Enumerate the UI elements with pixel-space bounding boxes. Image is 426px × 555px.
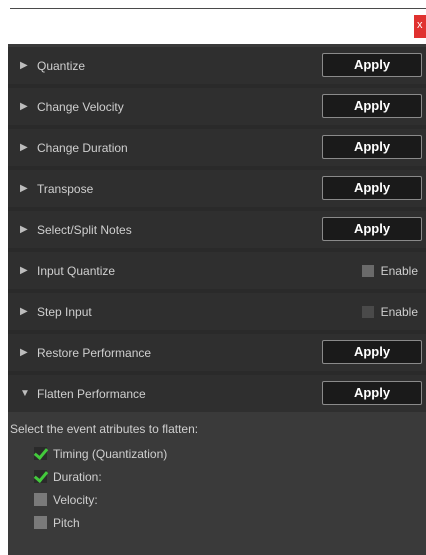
expand-arrow-icon[interactable]: ▶ <box>20 265 30 276</box>
select-split-notes-apply-button[interactable]: Apply <box>322 217 422 241</box>
row-quantize[interactable]: ▶ Quantize Apply <box>8 47 426 84</box>
input-quantize-enable-toggle[interactable]: Enable <box>361 252 418 289</box>
option-label: Timing (Quantization) <box>53 446 168 461</box>
option-duration[interactable]: Duration: <box>8 465 426 488</box>
restore-performance-apply-button[interactable]: Apply <box>322 340 422 364</box>
row-step-input[interactable]: ▶ Step Input Enable <box>8 293 426 330</box>
collapse-arrow-icon[interactable]: ▼ <box>20 388 30 399</box>
row-change-velocity[interactable]: ▶ Change Velocity Apply <box>8 88 426 125</box>
expand-arrow-icon[interactable]: ▶ <box>20 306 30 317</box>
option-label: Velocity: <box>53 492 98 507</box>
flatten-prompt: Select the event atributes to flatten: <box>10 422 199 436</box>
flatten-options-section: Select the event atributes to flatten: T… <box>8 412 426 555</box>
expand-arrow-icon[interactable]: ▶ <box>20 183 30 194</box>
top-divider <box>10 8 426 9</box>
option-label: Pitch <box>53 515 80 530</box>
expand-arrow-icon[interactable]: ▶ <box>20 60 30 71</box>
option-velocity[interactable]: Velocity: <box>8 488 426 511</box>
row-select-split-notes[interactable]: ▶ Select/Split Notes Apply <box>8 211 426 248</box>
option-label: Duration: <box>53 469 102 484</box>
checkbox-checked-icon[interactable] <box>34 470 47 483</box>
option-pitch[interactable]: Pitch <box>8 511 426 534</box>
enable-checkbox[interactable] <box>361 264 374 277</box>
midi-tools-panel: ▶ Quantize Apply ▶ Change Velocity Apply… <box>8 44 426 555</box>
row-transpose[interactable]: ▶ Transpose Apply <box>8 170 426 207</box>
enable-label: Enable <box>380 263 418 278</box>
close-button[interactable]: x <box>414 15 426 38</box>
change-velocity-apply-button[interactable]: Apply <box>322 94 422 118</box>
enable-checkbox[interactable] <box>361 305 374 318</box>
expand-arrow-icon[interactable]: ▶ <box>20 347 30 358</box>
row-flatten-performance[interactable]: ▼ Flatten Performance Apply <box>8 375 426 412</box>
expand-arrow-icon[interactable]: ▶ <box>20 224 30 235</box>
option-timing[interactable]: Timing (Quantization) <box>8 442 426 465</box>
row-input-quantize[interactable]: ▶ Input Quantize Enable <box>8 252 426 289</box>
top-strip: x <box>0 0 426 44</box>
transpose-apply-button[interactable]: Apply <box>322 176 422 200</box>
checkbox-icon[interactable] <box>34 516 47 529</box>
row-restore-performance[interactable]: ▶ Restore Performance Apply <box>8 334 426 371</box>
checkbox-icon[interactable] <box>34 493 47 506</box>
checkbox-checked-icon[interactable] <box>34 447 47 460</box>
expand-arrow-icon[interactable]: ▶ <box>20 101 30 112</box>
change-duration-apply-button[interactable]: Apply <box>322 135 422 159</box>
quantize-apply-button[interactable]: Apply <box>322 53 422 77</box>
step-input-enable-toggle[interactable]: Enable <box>361 293 418 330</box>
enable-label: Enable <box>380 304 418 319</box>
expand-arrow-icon[interactable]: ▶ <box>20 142 30 153</box>
row-change-duration[interactable]: ▶ Change Duration Apply <box>8 129 426 166</box>
flatten-performance-apply-button[interactable]: Apply <box>322 381 422 405</box>
